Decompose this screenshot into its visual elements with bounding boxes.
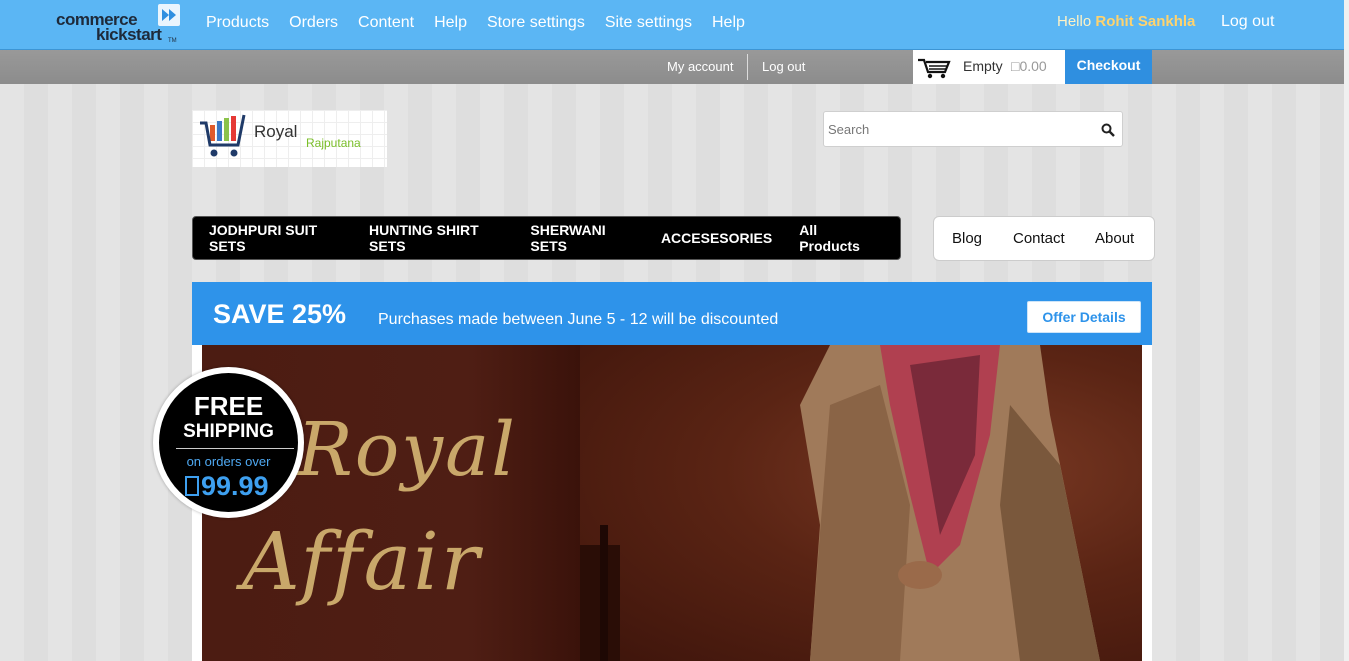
shopping-cart-icon bbox=[918, 58, 951, 79]
admin-toolbar: commerce kickstart TM Products Orders Co… bbox=[0, 0, 1349, 50]
nav-contact[interactable]: Contact bbox=[1013, 230, 1065, 247]
commerce-kickstart-logo[interactable]: commerce kickstart TM bbox=[56, 4, 186, 46]
admin-logout-link[interactable]: Log out bbox=[1221, 13, 1274, 31]
search-icon[interactable] bbox=[1101, 123, 1115, 137]
nav-about[interactable]: About bbox=[1095, 230, 1134, 247]
page-nav: Blog Contact About bbox=[933, 216, 1155, 261]
search-input[interactable] bbox=[828, 120, 1088, 138]
hero-photo bbox=[580, 345, 1142, 661]
category-nav: JODHPURI SUIT SETS HUNTING SHIRT SETS SH… bbox=[192, 216, 901, 260]
free-shipping-badge: FREE SHIPPING on orders over 99.99 bbox=[153, 367, 304, 518]
user-name-link[interactable]: Rohit Sankhla bbox=[1095, 13, 1195, 30]
store-logo-rajputana: Rajputana bbox=[306, 136, 361, 150]
badge-divider bbox=[176, 448, 294, 449]
menu-divider bbox=[747, 54, 748, 80]
admin-nav-site-settings[interactable]: Site settings bbox=[605, 14, 692, 32]
nav-blog[interactable]: Blog bbox=[952, 230, 982, 247]
search-box bbox=[823, 111, 1123, 147]
admin-nav-content[interactable]: Content bbox=[358, 14, 414, 32]
admin-nav-orders[interactable]: Orders bbox=[289, 14, 338, 32]
logo-trademark: TM bbox=[168, 38, 177, 44]
promo-headline: SAVE 25% bbox=[213, 299, 347, 329]
model-figure bbox=[580, 345, 1100, 661]
category-all-products[interactable]: All Products bbox=[799, 222, 873, 254]
user-greeting: Hello Rohit Sankhla bbox=[1057, 13, 1195, 30]
badge-shipping: SHIPPING bbox=[183, 421, 274, 442]
admin-nav-help[interactable]: Help bbox=[434, 14, 467, 32]
checkout-button[interactable]: Checkout bbox=[1065, 50, 1152, 84]
admin-nav-help-2[interactable]: Help bbox=[712, 14, 745, 32]
category-sherwani-sets[interactable]: SHERWANI SETS bbox=[530, 222, 634, 254]
logo-word-kickstart: kickstart bbox=[96, 25, 162, 44]
hero-slide[interactable]: Royal Affair bbox=[202, 345, 1142, 661]
fast-forward-icon bbox=[158, 4, 180, 26]
badge-price-value: 99.99 bbox=[201, 471, 269, 501]
category-hunting-shirt-sets[interactable]: HUNTING SHIRT SETS bbox=[369, 222, 503, 254]
my-account-link[interactable]: My account bbox=[667, 59, 733, 74]
hero-title-line2: Affair bbox=[242, 515, 482, 608]
admin-nav-store-settings[interactable]: Store settings bbox=[487, 14, 585, 32]
category-jodhpuri-suit-sets[interactable]: JODHPURI SUIT SETS bbox=[209, 222, 342, 254]
currency-glyph-icon bbox=[185, 476, 199, 496]
cart-amount: □0.00 bbox=[1011, 58, 1047, 74]
category-accessories[interactable]: ACCESESORIES bbox=[661, 230, 772, 246]
badge-subtitle: on orders over bbox=[186, 454, 271, 469]
hero-title-line1: Royal bbox=[297, 407, 517, 493]
admin-nav: Products Orders Content Help Store setti… bbox=[206, 14, 765, 32]
logout-link[interactable]: Log out bbox=[762, 59, 805, 74]
promo-message: Purchases made between June 5 - 12 will … bbox=[378, 311, 779, 328]
cart-logo-icon bbox=[200, 114, 246, 157]
store-logo[interactable]: Royal Rajputana bbox=[192, 110, 387, 167]
promo-banner: SAVE 25% Purchases made between June 5 -… bbox=[192, 282, 1152, 345]
cart-status: Empty bbox=[963, 58, 1003, 74]
badge-free: FREE bbox=[193, 391, 264, 421]
scrollbar[interactable] bbox=[1344, 0, 1349, 661]
offer-details-button[interactable]: Offer Details bbox=[1027, 301, 1141, 333]
store-logo-royal: Royal bbox=[254, 122, 298, 141]
greeting-text: Hello bbox=[1057, 13, 1092, 30]
admin-nav-products[interactable]: Products bbox=[206, 14, 269, 32]
badge-price: 99.99 bbox=[185, 471, 269, 502]
cart-summary[interactable]: Empty □0.00 bbox=[913, 50, 1065, 84]
